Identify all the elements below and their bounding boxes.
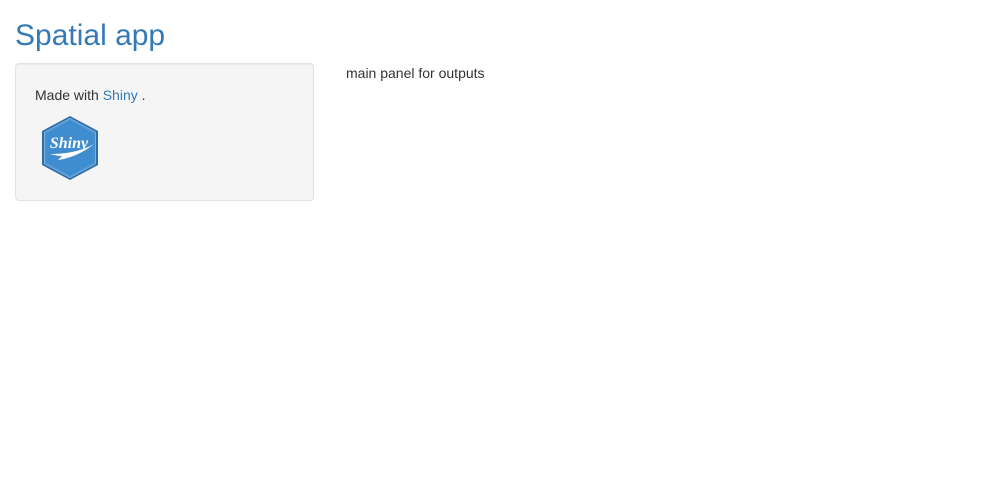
made-with-prefix: Made with — [35, 87, 99, 103]
made-with-suffix: . — [137, 87, 146, 103]
made-with-text: Made with Shiny . — [35, 85, 146, 105]
main-panel-text: main panel for outputs — [346, 65, 485, 81]
shiny-hex-logo-icon: Shiny — [42, 116, 98, 180]
page-title: Spatial app — [15, 19, 166, 52]
sidebar-panel: Made with Shiny . Shiny — [15, 63, 314, 201]
logo-text: Shiny — [50, 135, 89, 152]
app-root: Spatial app Made with Shiny . Shiny main… — [0, 0, 992, 500]
shiny-link[interactable]: Shiny — [103, 87, 138, 103]
